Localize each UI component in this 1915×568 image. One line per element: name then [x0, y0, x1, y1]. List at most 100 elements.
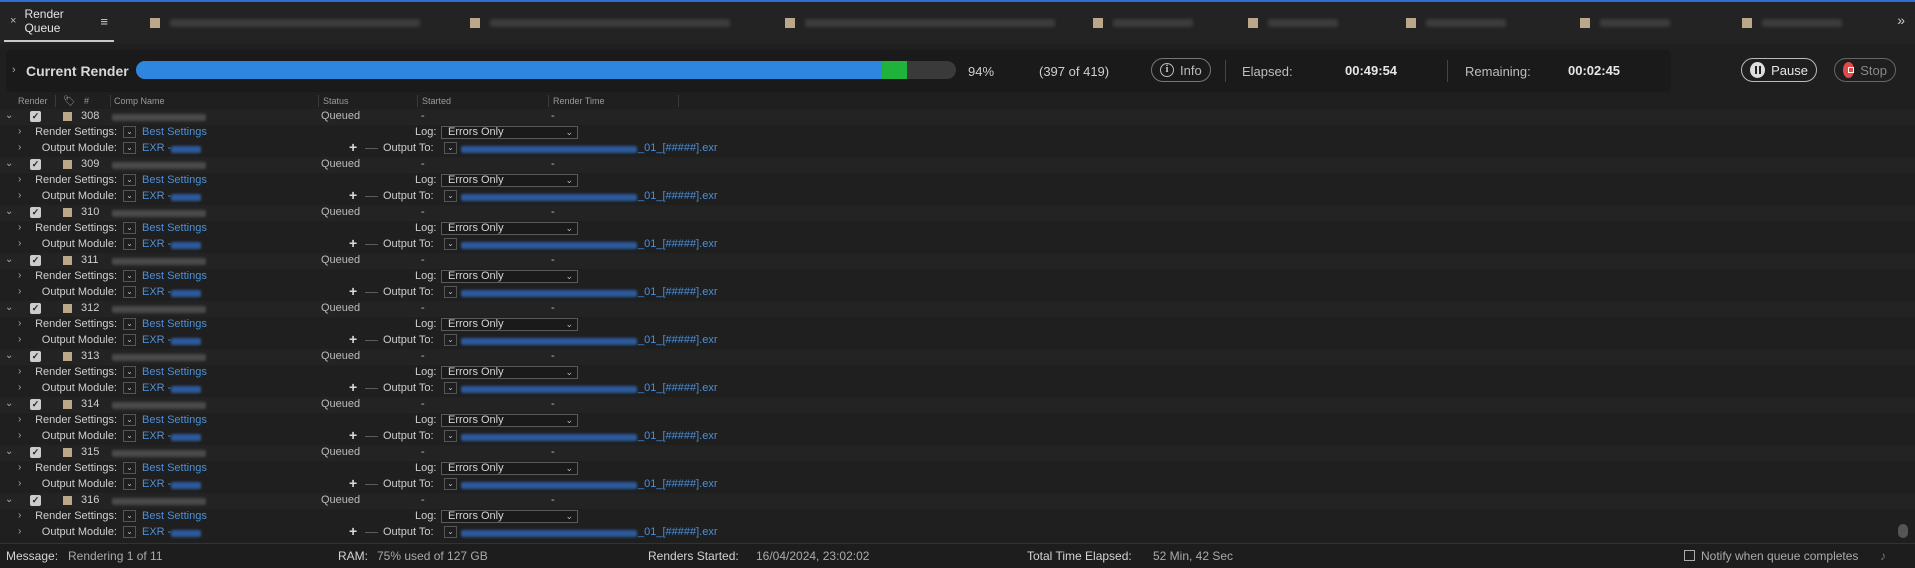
output-path-link[interactable]: _01_[#####].exr	[638, 382, 718, 394]
output-path-link[interactable]: _01_[#####].exr	[638, 334, 718, 346]
label-swatch[interactable]	[63, 448, 72, 457]
notify-checkbox[interactable]	[1684, 550, 1695, 561]
remove-output-module-button[interactable]: —	[365, 140, 378, 155]
render-settings-dropdown[interactable]: ⌄	[123, 222, 136, 234]
label-swatch[interactable]	[63, 160, 72, 169]
render-checkbox[interactable]: ✓	[30, 495, 41, 506]
log-select[interactable]: Errors Only ⌄	[441, 174, 578, 187]
render-settings-dropdown[interactable]: ⌄	[123, 318, 136, 330]
column-divider[interactable]	[110, 95, 111, 107]
chevron-down-icon[interactable]: ⌄	[5, 206, 13, 217]
output-module-dropdown[interactable]: ⌄	[123, 478, 136, 490]
remove-output-module-button[interactable]: —	[365, 188, 378, 203]
output-module-dropdown[interactable]: ⌄	[123, 334, 136, 346]
add-output-module-button[interactable]: +	[349, 235, 357, 251]
output-module-link[interactable]: EXR -	[142, 190, 171, 202]
chevron-right-icon[interactable]: ›	[12, 64, 16, 76]
output-module-link[interactable]: EXR -	[142, 334, 171, 346]
output-to-dropdown[interactable]: ⌄	[444, 238, 457, 250]
output-path-link[interactable]: _01_[#####].exr	[638, 430, 718, 442]
close-icon[interactable]: ×	[10, 15, 16, 27]
queue-item-row[interactable]: ⌄ ✓ 315 Queued - -	[0, 445, 1915, 461]
label-swatch[interactable]	[63, 208, 72, 217]
log-select[interactable]: Errors Only ⌄	[441, 366, 578, 379]
add-output-module-button[interactable]: +	[349, 139, 357, 155]
add-output-module-button[interactable]: +	[349, 331, 357, 347]
queue-item-row[interactable]: ⌄ ✓ 313 Queued - -	[0, 349, 1915, 365]
render-checkbox[interactable]: ✓	[30, 303, 41, 314]
queue-item-row[interactable]: ⌄ ✓ 312 Queued - -	[0, 301, 1915, 317]
render-settings-link[interactable]: Best Settings	[142, 366, 207, 378]
comp-tab[interactable]	[1580, 16, 1670, 30]
queue-item-row[interactable]: ⌄ ✓ 308 Queued - -	[0, 109, 1915, 125]
render-checkbox[interactable]: ✓	[30, 447, 41, 458]
output-path-link[interactable]: _01_[#####].exr	[638, 286, 718, 298]
render-settings-dropdown[interactable]: ⌄	[123, 174, 136, 186]
render-checkbox[interactable]: ✓	[30, 255, 41, 266]
log-select[interactable]: Errors Only ⌄	[441, 318, 578, 331]
chevron-down-icon[interactable]: ⌄	[5, 398, 13, 409]
tab-render-queue[interactable]: × Render Queue ≡	[4, 2, 114, 42]
queue-item-row[interactable]: ⌄ ✓ 311 Queued - -	[0, 253, 1915, 269]
output-to-dropdown[interactable]: ⌄	[444, 142, 457, 154]
comp-tab[interactable]	[1248, 16, 1338, 30]
comp-tab[interactable]	[1093, 16, 1193, 30]
col-render[interactable]: Render	[18, 96, 48, 106]
chevron-down-icon[interactable]: ⌄	[5, 350, 13, 361]
render-settings-link[interactable]: Best Settings	[142, 510, 207, 522]
chevron-down-icon[interactable]: ⌄	[5, 446, 13, 457]
col-num[interactable]: #	[84, 96, 89, 106]
queue-item-row[interactable]: ⌄ ✓ 310 Queued - -	[0, 205, 1915, 221]
render-settings-dropdown[interactable]: ⌄	[123, 414, 136, 426]
output-path-link[interactable]: _01_[#####].exr	[638, 238, 718, 250]
queue-item-row[interactable]: ⌄ ✓ 309 Queued - -	[0, 157, 1915, 173]
remove-output-module-button[interactable]: —	[365, 380, 378, 395]
render-settings-link[interactable]: Best Settings	[142, 414, 207, 426]
render-settings-link[interactable]: Best Settings	[142, 318, 207, 330]
label-swatch[interactable]	[63, 112, 72, 121]
output-path-link[interactable]: _01_[#####].exr	[638, 526, 718, 538]
add-output-module-button[interactable]: +	[349, 187, 357, 203]
col-render-time[interactable]: Render Time	[553, 96, 605, 106]
output-module-link[interactable]: EXR -	[142, 478, 171, 490]
log-select[interactable]: Errors Only ⌄	[441, 462, 578, 475]
info-button[interactable]: i Info	[1151, 58, 1211, 82]
column-divider[interactable]	[548, 95, 549, 107]
column-divider[interactable]	[678, 95, 679, 107]
render-checkbox[interactable]: ✓	[30, 159, 41, 170]
output-module-dropdown[interactable]: ⌄	[123, 430, 136, 442]
output-to-dropdown[interactable]: ⌄	[444, 190, 457, 202]
add-output-module-button[interactable]: +	[349, 427, 357, 443]
remove-output-module-button[interactable]: —	[365, 332, 378, 347]
output-module-link[interactable]: EXR -	[142, 238, 171, 250]
output-to-dropdown[interactable]: ⌄	[444, 526, 457, 538]
render-settings-dropdown[interactable]: ⌄	[123, 462, 136, 474]
label-swatch[interactable]	[63, 256, 72, 265]
render-settings-link[interactable]: Best Settings	[142, 222, 207, 234]
notification-icon[interactable]: ♪	[1880, 549, 1886, 563]
log-select[interactable]: Errors Only ⌄	[441, 222, 578, 235]
output-module-dropdown[interactable]: ⌄	[123, 190, 136, 202]
log-select[interactable]: Errors Only ⌄	[441, 126, 578, 139]
render-settings-link[interactable]: Best Settings	[142, 270, 207, 282]
render-checkbox[interactable]: ✓	[30, 207, 41, 218]
chevron-down-icon[interactable]: ⌄	[5, 302, 13, 313]
scrollbar-thumb[interactable]	[1898, 524, 1908, 538]
output-path-link[interactable]: _01_[#####].exr	[638, 478, 718, 490]
output-to-dropdown[interactable]: ⌄	[444, 334, 457, 346]
column-divider[interactable]	[417, 95, 418, 107]
comp-tab[interactable]	[470, 16, 730, 30]
remove-output-module-button[interactable]: —	[365, 236, 378, 251]
panel-menu-icon[interactable]: ≡	[100, 14, 108, 29]
chevron-down-icon[interactable]: ⌄	[5, 254, 13, 265]
output-path-link[interactable]: _01_[#####].exr	[638, 142, 718, 154]
render-settings-dropdown[interactable]: ⌄	[123, 510, 136, 522]
add-output-module-button[interactable]: +	[349, 523, 357, 539]
render-checkbox[interactable]: ✓	[30, 111, 41, 122]
output-module-dropdown[interactable]: ⌄	[123, 142, 136, 154]
render-checkbox[interactable]: ✓	[30, 399, 41, 410]
render-settings-link[interactable]: Best Settings	[142, 462, 207, 474]
remove-output-module-button[interactable]: —	[365, 284, 378, 299]
stop-button[interactable]: Stop	[1834, 58, 1896, 82]
more-tabs-icon[interactable]: »	[1897, 12, 1905, 28]
